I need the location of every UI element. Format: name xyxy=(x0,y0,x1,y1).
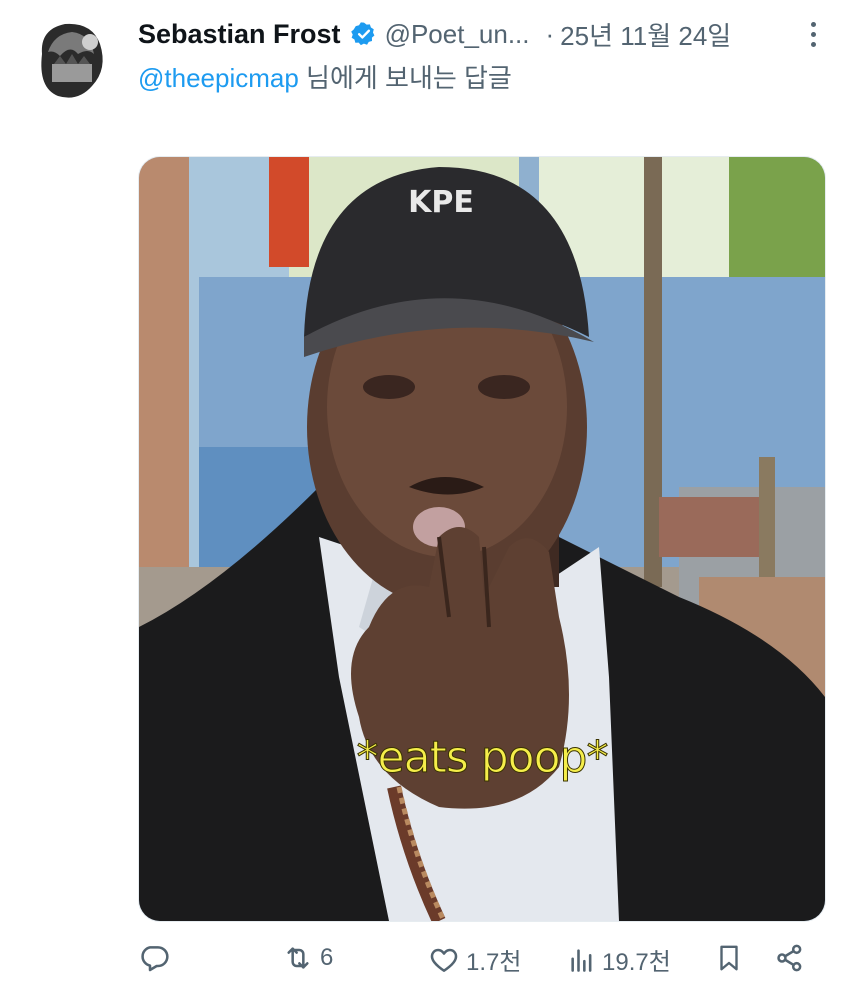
like-icon xyxy=(430,948,458,972)
author-avatar[interactable] xyxy=(30,14,110,106)
reply-context-text: 님에게 보내는 답글 xyxy=(298,63,512,93)
post-date[interactable]: 25년 11월 24일 xyxy=(560,16,731,53)
bookmark-icon xyxy=(720,945,738,971)
reply-mention-link[interactable]: @theepicmap xyxy=(138,63,299,93)
share-icon xyxy=(777,944,802,972)
repost-icon xyxy=(287,947,309,969)
verified-badge-icon xyxy=(350,22,374,46)
more-icon[interactable] xyxy=(798,16,828,52)
separator-dot: · xyxy=(545,18,555,49)
repost-button[interactable]: 6 xyxy=(282,942,333,974)
view-count: 19.7천 xyxy=(602,949,671,976)
post-header: Sebastian Frost @Poet_un... · 25년 11월 24… xyxy=(138,14,828,54)
like-count: 1.7천 xyxy=(466,949,522,976)
author-handle[interactable]: @Poet_un... xyxy=(385,19,530,50)
reply-button[interactable] xyxy=(138,942,176,974)
bookmark-button[interactable] xyxy=(714,942,744,974)
like-button[interactable]: 1.7천 xyxy=(428,942,521,977)
reply-icon xyxy=(141,946,169,972)
views-icon xyxy=(571,948,592,972)
post-media[interactable]: KPE *eats poop* xyxy=(138,156,826,922)
action-bar: 6 1.7천 19.7천 xyxy=(0,942,850,982)
share-button[interactable] xyxy=(774,942,806,974)
svg-text:KPE: KPE xyxy=(408,185,474,220)
repost-count: 6 xyxy=(320,944,334,971)
views-button[interactable]: 19.7천 xyxy=(568,942,671,977)
reply-context: @theepicmap 님에게 보내는 답글 xyxy=(138,58,512,95)
media-caption: *eats poop* xyxy=(356,732,609,784)
media-image: KPE xyxy=(139,157,825,921)
author-name[interactable]: Sebastian Frost xyxy=(138,19,341,50)
